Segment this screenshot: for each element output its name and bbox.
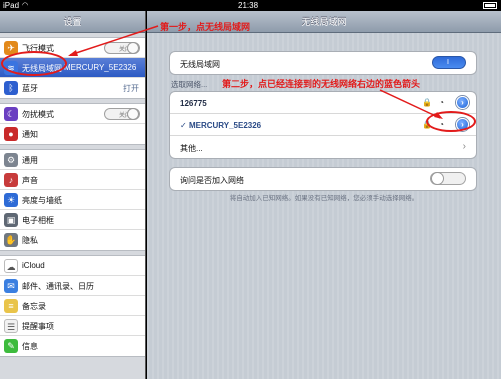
network-name: ✓ MERCURY_5E2326 — [180, 121, 261, 130]
sidebar-item-messages[interactable]: ✎ 信息 — [0, 336, 145, 356]
step1-annotation: 第一步，点无线局域网 — [160, 22, 251, 32]
sidebar-item-notifications[interactable]: ● 通知 — [0, 124, 145, 144]
airplane-mode-switch[interactable]: 关闭 — [104, 42, 140, 54]
sidebar-item-icloud[interactable]: ☁ iCloud — [0, 256, 145, 276]
chevron-right-icon: › — [462, 141, 466, 152]
sidebar-item-reminders[interactable]: ☰ 提醒事项 — [0, 316, 145, 336]
sidebar-group-notifications: ☾ 勿扰模式 关闭 ● 通知 — [0, 103, 145, 145]
mail-icon: ✉ — [4, 279, 18, 293]
network-name: 126775 — [180, 99, 207, 108]
ask-to-join-label: 询问是否加入网络 — [180, 176, 244, 185]
sidebar-item-sounds[interactable]: ♪ 声音 — [0, 170, 145, 190]
carrier-label: iPad — [3, 1, 20, 10]
sidebar-item-label: 亮度与墙纸 — [22, 196, 62, 205]
auto-join-footnote: 将自动加入已知网络。如果没有已知网络，您必须手动选择网络。 — [229, 195, 419, 202]
sidebar-item-label: 隐私 — [22, 236, 38, 245]
sidebar-item-label: 勿扰模式 — [22, 110, 54, 119]
sidebar-item-label: 声音 — [22, 176, 38, 185]
sidebar-item-value: MERCURY_5E2326 — [64, 63, 137, 72]
network-detail-button[interactable]: › — [456, 96, 469, 109]
messages-icon: ✎ — [4, 339, 18, 353]
connected-network-name: MERCURY_5E2326 — [188, 121, 262, 130]
cloud-icon: ☁ — [4, 259, 18, 273]
hand-icon: ✋ — [4, 233, 18, 247]
wifi-toggle-row: 无线局域网 I — [170, 52, 476, 74]
wifi-toggle-group: 无线局域网 I — [169, 51, 477, 75]
sidebar-item-picture-frame[interactable]: ▣ 电子相框 — [0, 210, 145, 230]
notifications-icon: ● — [4, 127, 18, 141]
wifi-settings-panel: 无线局域网 无线局域网 I 选取网络... 126775 🔒 ◔ › ✓ MER… — [147, 11, 501, 379]
sidebar-item-label: 蓝牙 — [22, 84, 38, 93]
ask-to-join-row: 询问是否加入网络 — [170, 168, 476, 190]
wifi-switch[interactable]: I — [432, 56, 466, 69]
sidebar-item-privacy[interactable]: ✋ 隐私 — [0, 230, 145, 250]
sidebar-item-bluetooth[interactable]: ᛒ 蓝牙 打开 — [0, 78, 145, 98]
sidebar-item-brightness[interactable]: ☀ 亮度与墙纸 — [0, 190, 145, 210]
sidebar-group-apps: ☁ iCloud ✉ 邮件、通讯录、日历 ≡ 备忘录 ☰ 提醒事项 ✎ 信息 — [0, 255, 145, 357]
bluetooth-icon: ᛒ — [4, 81, 18, 95]
sidebar-item-general[interactable]: ⚙ 通用 — [0, 150, 145, 170]
moon-icon: ☾ — [4, 107, 18, 121]
sidebar-title: 设置 — [0, 11, 145, 33]
lock-icon: 🔒 — [422, 98, 432, 107]
step2-highlight-ellipse — [426, 111, 476, 132]
step1-highlight-ellipse — [1, 51, 67, 76]
sidebar-item-label: 电子相框 — [22, 216, 54, 225]
gear-icon: ⚙ — [4, 153, 18, 167]
status-time: 21:38 — [238, 1, 259, 10]
sidebar-item-do-not-disturb[interactable]: ☾ 勿扰模式 关闭 — [0, 104, 145, 124]
network-row[interactable]: 126775 🔒 ◔ › — [170, 92, 476, 114]
sidebar-item-label: 提醒事项 — [22, 322, 54, 331]
battery-icon — [483, 2, 497, 9]
sidebar-group-device: ⚙ 通用 ♪ 声音 ☀ 亮度与墙纸 ▣ 电子相框 ✋ 隐私 — [0, 149, 145, 251]
do-not-disturb-switch[interactable]: 关闭 — [104, 108, 140, 120]
checkmark-icon: ✓ — [180, 121, 187, 130]
sidebar-item-label: 备忘录 — [22, 302, 46, 311]
sidebar-item-label: 通知 — [22, 130, 38, 139]
brightness-icon: ☀ — [4, 193, 18, 207]
step2-annotation: 第二步，点已经连接到的无线网络右边的蓝色箭头 — [222, 79, 421, 89]
sidebar-item-notes[interactable]: ≡ 备忘录 — [0, 296, 145, 316]
notes-icon: ≡ — [4, 299, 18, 313]
other-network-label: 其他... — [180, 144, 203, 153]
reminders-icon: ☰ — [4, 319, 18, 333]
sidebar-item-label: 信息 — [22, 342, 38, 351]
ask-to-join-switch[interactable] — [430, 172, 466, 185]
status-bar: iPad ◠ 21:38 — [0, 0, 501, 11]
choose-network-label: 选取网络... — [171, 80, 208, 89]
sidebar-item-value: 打开 — [123, 84, 139, 93]
picture-frame-icon: ▣ — [4, 213, 18, 227]
sidebar-item-label: 通用 — [22, 156, 38, 165]
sidebar-item-mail[interactable]: ✉ 邮件、通讯录、日历 — [0, 276, 145, 296]
other-network-row[interactable]: 其他... › — [170, 136, 476, 158]
ask-to-join-group: 询问是否加入网络 — [169, 167, 477, 191]
sidebar-item-label: iCloud — [22, 261, 45, 270]
wifi-signal-icon: ◠ — [22, 2, 29, 9]
wifi-strength-icon: ◔ — [439, 98, 444, 107]
speaker-icon: ♪ — [4, 173, 18, 187]
sidebar-item-label: 邮件、通讯录、日历 — [22, 282, 94, 291]
wifi-toggle-label: 无线局域网 — [180, 60, 220, 69]
